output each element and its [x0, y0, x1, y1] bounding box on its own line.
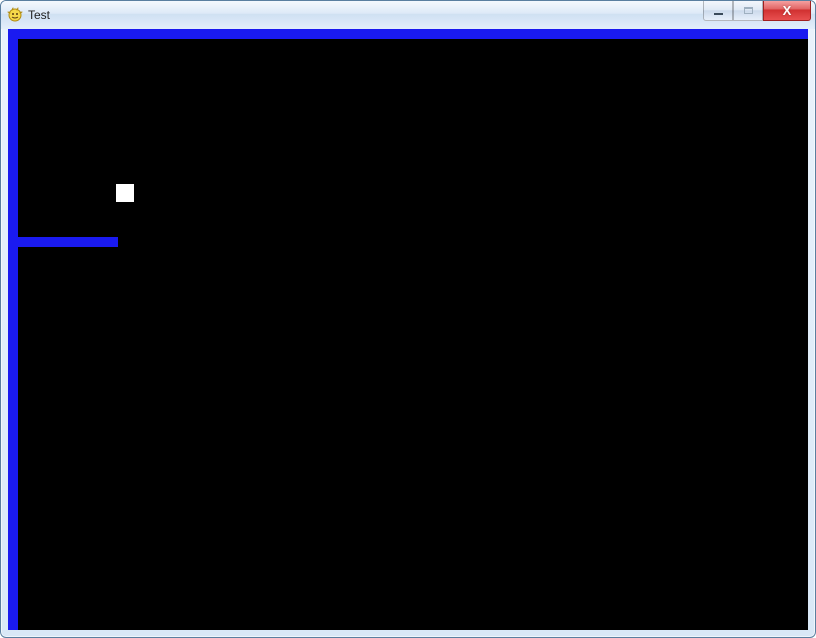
titlebar[interactable]: Test X — [1, 1, 815, 29]
window-frame: Test X — [0, 0, 816, 638]
game-canvas[interactable] — [8, 29, 808, 630]
wall-left — [8, 29, 18, 630]
wall-top — [8, 29, 808, 39]
minimize-button[interactable] — [703, 1, 733, 21]
window-title: Test — [28, 1, 811, 29]
maximize-icon — [744, 7, 753, 14]
app-icon — [7, 7, 23, 23]
platform — [18, 237, 118, 247]
client-area — [8, 29, 808, 630]
maximize-button[interactable] — [733, 1, 763, 21]
close-button[interactable]: X — [763, 1, 811, 21]
player-square — [116, 184, 134, 202]
minimize-icon — [714, 13, 723, 15]
window-controls: X — [703, 1, 811, 21]
close-icon: X — [783, 4, 792, 17]
